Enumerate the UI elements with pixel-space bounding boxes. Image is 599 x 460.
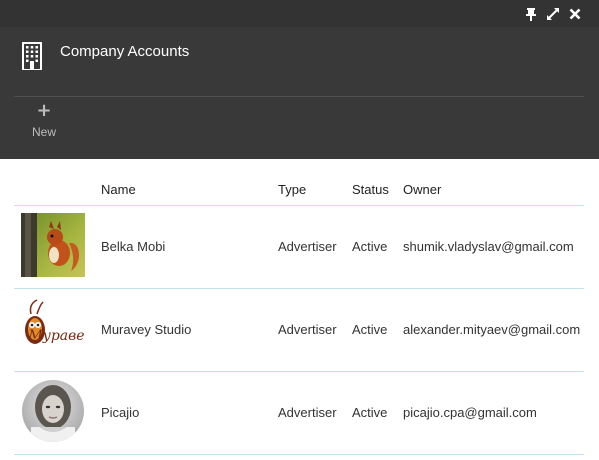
table-header: Name Type Status Owner (14, 172, 584, 206)
muravey-logo-text: Муравей (27, 328, 85, 344)
pin-icon[interactable] (523, 6, 539, 22)
squirrel-photo (21, 213, 85, 277)
account-owner: alexander.mityaev@gmail.com (403, 322, 581, 337)
account-name[interactable]: Muravey Studio (101, 322, 191, 337)
page-title: Company Accounts (60, 43, 190, 60)
new-button-label: New (31, 125, 56, 139)
building-icon (20, 41, 44, 71)
window-topbar (0, 0, 599, 27)
account-status: Active (352, 405, 388, 420)
plus-icon: + (36, 100, 52, 121)
account-name[interactable]: Belka Mobi (101, 239, 165, 254)
expand-icon[interactable] (545, 6, 561, 22)
table-row[interactable]: Picajio Advertiser Active picajio.cpa@gm… (14, 372, 584, 455)
table-row[interactable]: Belka Mobi Advertiser Active shumik.vlad… (14, 206, 584, 289)
header-divider (14, 96, 584, 97)
account-type: Advertiser (278, 322, 337, 337)
account-owner: shumik.vladyslav@gmail.com (403, 239, 574, 254)
column-header-name[interactable]: Name (101, 182, 136, 197)
accounts-table: Name Type Status Owner Belka Mobi Advert… (14, 172, 584, 455)
column-header-type[interactable]: Type (278, 182, 306, 197)
account-owner: picajio.cpa@gmail.com (403, 405, 537, 420)
window-header: Company Accounts + New (0, 0, 599, 159)
close-icon[interactable] (567, 6, 583, 22)
account-name[interactable]: Picajio (101, 405, 139, 420)
account-type: Advertiser (278, 239, 337, 254)
table-row[interactable]: Муравей Muravey Studio Advertiser Active… (14, 289, 584, 372)
account-status: Active (352, 239, 388, 254)
new-button[interactable]: + New (27, 102, 61, 142)
profile-photo (21, 379, 85, 443)
account-status: Active (352, 322, 388, 337)
column-header-status[interactable]: Status (352, 182, 389, 197)
account-type: Advertiser (278, 405, 337, 420)
column-header-owner[interactable]: Owner (403, 182, 441, 197)
muravey-logo: Муравей (21, 296, 85, 360)
